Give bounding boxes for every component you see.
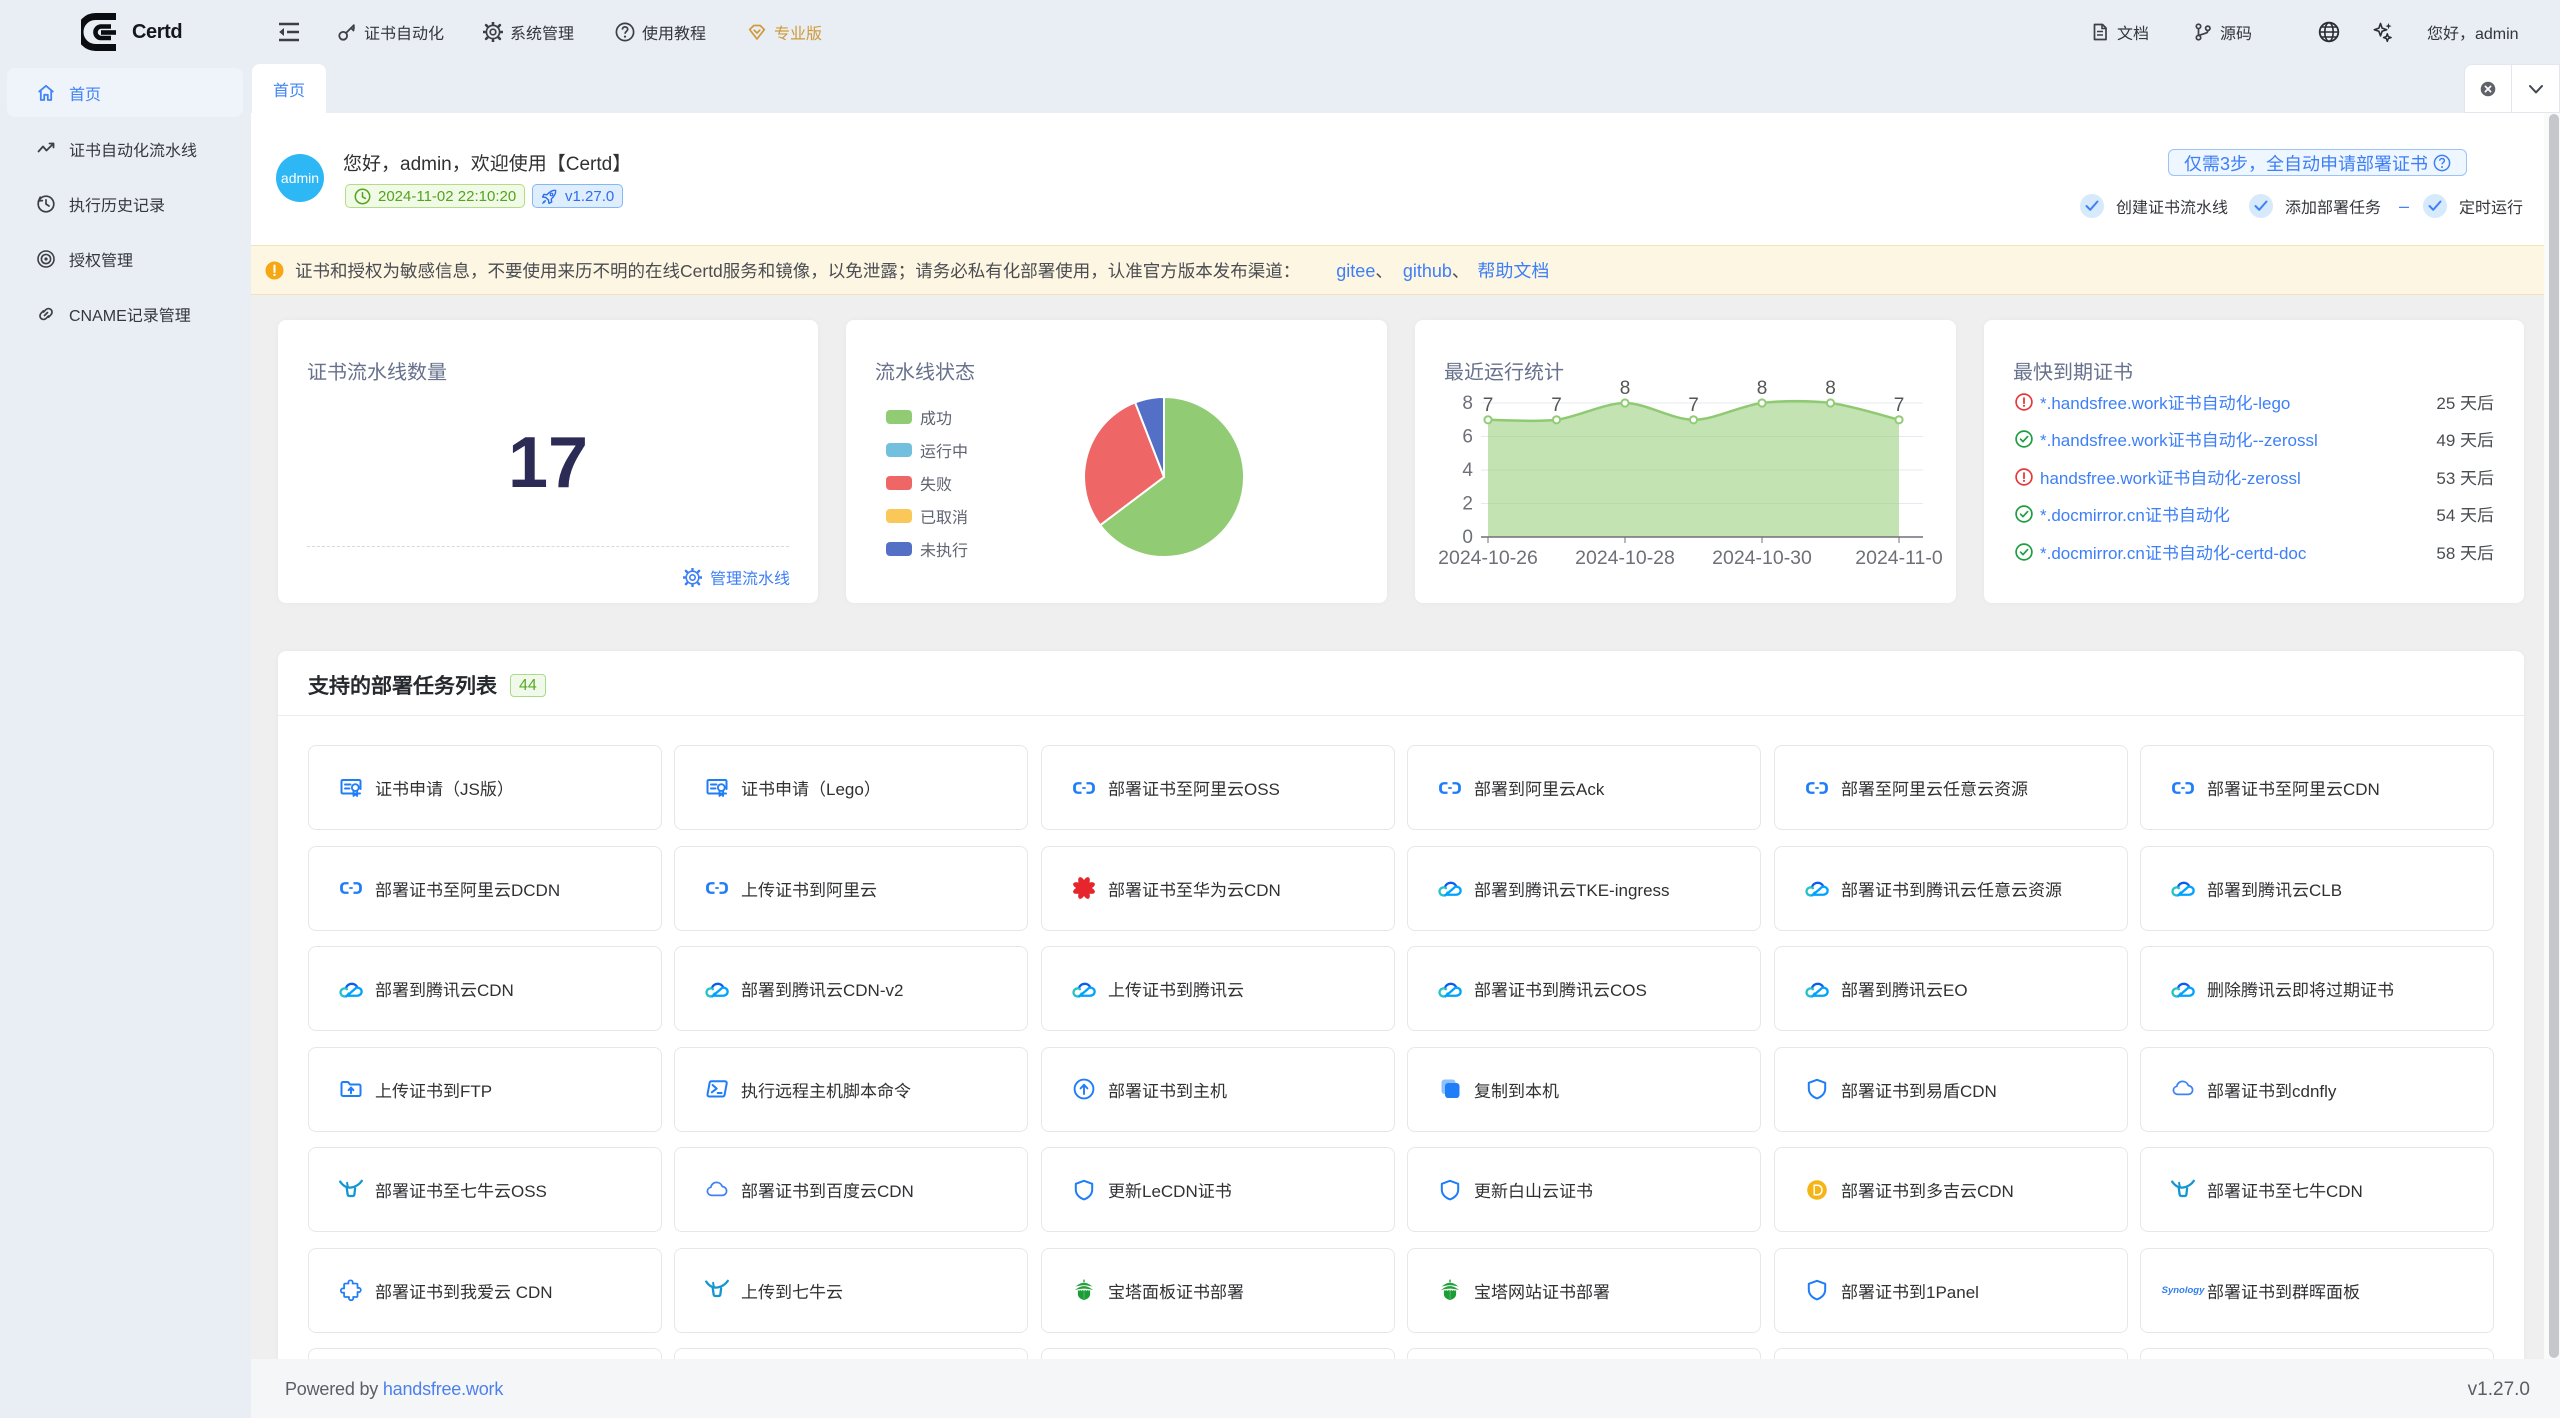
svg-text:8: 8: [1757, 378, 1768, 399]
svg-text:2024-10-30: 2024-10-30: [1712, 547, 1812, 569]
svg-text:7: 7: [1894, 395, 1905, 416]
svg-text:8: 8: [1825, 378, 1836, 399]
svg-text:2024-11-0: 2024-11-0: [1855, 547, 1943, 569]
svg-text:8: 8: [1620, 378, 1631, 399]
svg-text:2024-10-28: 2024-10-28: [1575, 547, 1675, 569]
svg-text:6: 6: [1462, 427, 1473, 448]
svg-text:7: 7: [1551, 395, 1562, 416]
svg-text:7: 7: [1688, 395, 1699, 416]
svg-text:7: 7: [1483, 395, 1494, 416]
svg-text:8: 8: [1462, 393, 1473, 414]
svg-text:0: 0: [1462, 527, 1473, 548]
svg-text:2024-10-26: 2024-10-26: [1438, 547, 1538, 569]
svg-text:4: 4: [1462, 460, 1473, 481]
svg-text:2: 2: [1462, 494, 1473, 515]
